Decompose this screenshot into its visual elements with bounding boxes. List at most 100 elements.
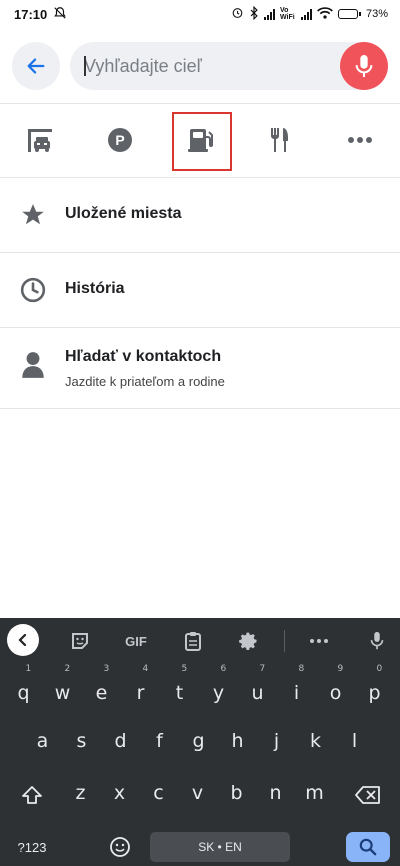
category-restaurants[interactable] xyxy=(240,104,320,176)
arrow-left-icon xyxy=(27,58,45,74)
key-hint: 9 xyxy=(337,664,344,674)
key-label: o xyxy=(329,682,342,704)
restaurant-icon xyxy=(271,128,288,152)
key-label: m xyxy=(305,782,324,804)
key-o[interactable]: o9 xyxy=(316,664,355,708)
category-more[interactable] xyxy=(320,104,400,176)
svg-text:P: P xyxy=(115,132,124,148)
key-a[interactable]: a xyxy=(23,726,62,756)
backspace-key[interactable] xyxy=(348,780,388,810)
divider xyxy=(0,408,400,409)
key-hint: 2 xyxy=(64,664,71,674)
key-j[interactable]: j xyxy=(257,726,296,756)
key-n[interactable]: n xyxy=(256,778,295,808)
microphone-icon xyxy=(355,55,373,77)
key-z[interactable]: z xyxy=(61,778,100,808)
key-l[interactable]: l xyxy=(335,726,374,756)
key-r[interactable]: r4 xyxy=(121,664,160,708)
key-s[interactable]: s xyxy=(62,726,101,756)
key-label: u xyxy=(251,682,264,704)
key-label: n xyxy=(269,782,282,804)
search-input[interactable] xyxy=(84,42,324,90)
key-hint: 1 xyxy=(25,664,32,674)
key-i[interactable]: i8 xyxy=(277,664,316,708)
drive-through-icon xyxy=(28,129,52,152)
category-shortcuts: P xyxy=(0,104,400,176)
key-label: d xyxy=(114,730,127,752)
clipboard-icon xyxy=(185,632,201,651)
keyboard-voice-button[interactable] xyxy=(366,627,388,655)
keyboard-more-button[interactable] xyxy=(308,627,330,655)
search-bar[interactable] xyxy=(70,42,386,90)
onscreen-keyboard: GIF q1w2e3r4t5y6u7i8o9p0 asdfghjkl zxcvb… xyxy=(0,618,400,866)
more-horizontal-icon xyxy=(348,137,372,143)
list-item-saved-places[interactable]: Uložené miesta xyxy=(0,178,400,252)
key-label: q xyxy=(17,682,30,704)
vowifi-label: Vo WiFi xyxy=(279,7,295,21)
clipboard-button[interactable] xyxy=(182,627,204,655)
key-p[interactable]: p0 xyxy=(355,664,394,708)
wifi-icon xyxy=(317,6,333,22)
key-f[interactable]: f xyxy=(140,726,179,756)
key-label: c xyxy=(153,782,164,804)
symbols-key[interactable]: ?123 xyxy=(12,832,52,862)
list-item-title: História xyxy=(65,280,125,297)
key-label: y xyxy=(212,682,225,704)
star-icon xyxy=(18,200,48,230)
key-u[interactable]: u7 xyxy=(238,664,277,708)
gas-station-icon xyxy=(188,129,213,152)
list-item-history[interactable]: História xyxy=(0,253,400,327)
key-h[interactable]: h xyxy=(218,726,257,756)
contact-icon xyxy=(18,350,48,380)
key-label: x xyxy=(113,782,126,804)
gif-button[interactable]: GIF xyxy=(122,627,150,655)
key-e[interactable]: e3 xyxy=(82,664,121,708)
key-m[interactable]: m xyxy=(295,778,334,808)
category-gas-station[interactable] xyxy=(160,104,240,176)
key-label: r xyxy=(136,682,145,704)
key-q[interactable]: q1 xyxy=(4,664,43,708)
space-bar[interactable]: SK • EN xyxy=(150,832,290,862)
category-parking[interactable]: P xyxy=(80,104,160,176)
list-item-title: Hľadať v kontaktoch xyxy=(65,348,222,365)
search-header xyxy=(0,40,400,92)
battery-icon xyxy=(337,9,361,19)
key-d[interactable]: d xyxy=(101,726,140,756)
key-v[interactable]: v xyxy=(178,778,217,808)
sticker-icon xyxy=(72,633,88,649)
key-hint: 8 xyxy=(298,664,305,674)
key-y[interactable]: y6 xyxy=(199,664,238,708)
search-enter-key[interactable] xyxy=(346,832,390,862)
category-drive-through[interactable] xyxy=(0,104,80,176)
key-hint: 7 xyxy=(259,664,266,674)
key-t[interactable]: t5 xyxy=(160,664,199,708)
mute-icon xyxy=(53,6,67,23)
key-label: i xyxy=(293,682,300,704)
emoji-key[interactable] xyxy=(100,832,140,862)
cell-signal-2-icon xyxy=(300,8,312,20)
search-icon xyxy=(359,838,377,856)
key-w[interactable]: w2 xyxy=(43,664,82,708)
key-g[interactable]: g xyxy=(179,726,218,756)
status-bar: 17:10 Vo WiFi 73% xyxy=(0,0,400,28)
keyboard-collapse-button[interactable] xyxy=(7,624,39,656)
cell-signal-icon xyxy=(263,8,275,20)
key-k[interactable]: k xyxy=(296,726,335,756)
key-b[interactable]: b xyxy=(217,778,256,808)
keyboard-settings-button[interactable] xyxy=(238,627,260,655)
list-item-subtitle: Jazdite k priateľom a rodine xyxy=(65,374,225,389)
list-item-contacts[interactable]: Hľadať v kontaktoch Jazdite k priateľom … xyxy=(0,328,400,408)
key-x[interactable]: x xyxy=(100,778,139,808)
key-label: e xyxy=(95,682,108,704)
key-label: f xyxy=(156,730,163,752)
status-time: 17:10 xyxy=(14,6,48,22)
key-label: k xyxy=(309,730,321,752)
key-label: z xyxy=(75,782,86,804)
shift-key[interactable] xyxy=(14,780,50,810)
alarm-icon xyxy=(231,6,244,22)
microphone-icon xyxy=(370,631,384,650)
back-button[interactable] xyxy=(12,42,60,90)
key-c[interactable]: c xyxy=(139,778,178,808)
sticker-button[interactable] xyxy=(68,627,92,655)
voice-search-button[interactable] xyxy=(340,42,388,90)
